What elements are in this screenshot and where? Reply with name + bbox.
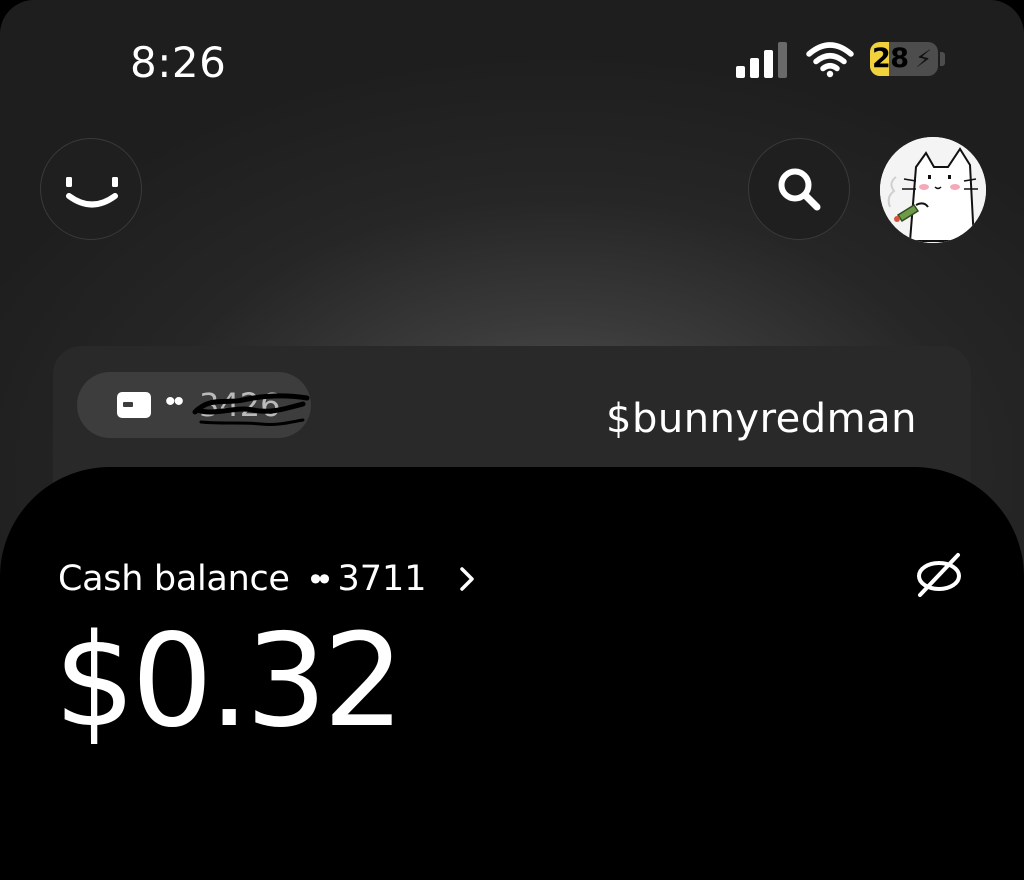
bolt-icon: ⚡︎ (915, 46, 932, 73)
account-last4: 3711 (337, 559, 427, 599)
balance-amount: $0.32 (54, 607, 404, 756)
card-number-chip[interactable]: •• 3426 (77, 372, 311, 438)
cash-balance-label: Cash balance (58, 559, 290, 599)
app-screen: 8:26 28 ⚡︎ •• 3426 $bunnyredman Cash bal… (0, 0, 1024, 880)
status-icons: 28 ⚡︎ (736, 40, 951, 82)
balance-panel: Cash balance •• 3711 $0.32 (0, 467, 1024, 880)
chevron-right-icon (459, 567, 474, 591)
search-icon (778, 168, 821, 211)
credit-card-icon (117, 392, 151, 418)
profile-avatar[interactable] (880, 137, 986, 243)
account-dots: •• (309, 559, 331, 598)
cellular-signal-icon (736, 40, 790, 80)
wifi-icon (806, 42, 854, 78)
search-button[interactable] (748, 138, 850, 240)
battery-tip (940, 52, 945, 66)
redaction-scribble (192, 393, 310, 426)
cashtag: $bunnyredman (606, 396, 917, 442)
cat-avatar-image (880, 137, 986, 243)
cash-balance-row[interactable]: Cash balance •• 3711 (58, 557, 477, 601)
smiley-button[interactable] (40, 138, 142, 240)
status-time: 8:26 (130, 38, 227, 87)
card-dots: •• (165, 385, 184, 418)
battery-indicator: 28 ⚡︎ (870, 42, 938, 76)
smiley-icon (66, 177, 118, 208)
battery-percent: 28 (872, 43, 909, 74)
eye-off-icon[interactable] (912, 547, 966, 601)
